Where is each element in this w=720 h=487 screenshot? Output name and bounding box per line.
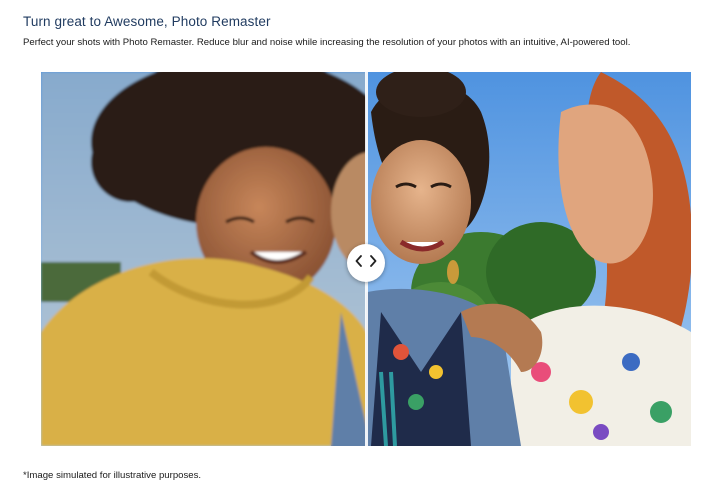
chevron-left-icon: [355, 254, 363, 272]
chevron-right-icon: [369, 254, 377, 272]
page-title: Turn great to Awesome, Photo Remaster: [23, 14, 271, 29]
comparison-slider-handle[interactable]: [347, 244, 385, 282]
disclaimer-note: *Image simulated for illustrative purpos…: [23, 470, 202, 481]
page-description: Perfect your shots with Photo Remaster. …: [23, 37, 631, 48]
